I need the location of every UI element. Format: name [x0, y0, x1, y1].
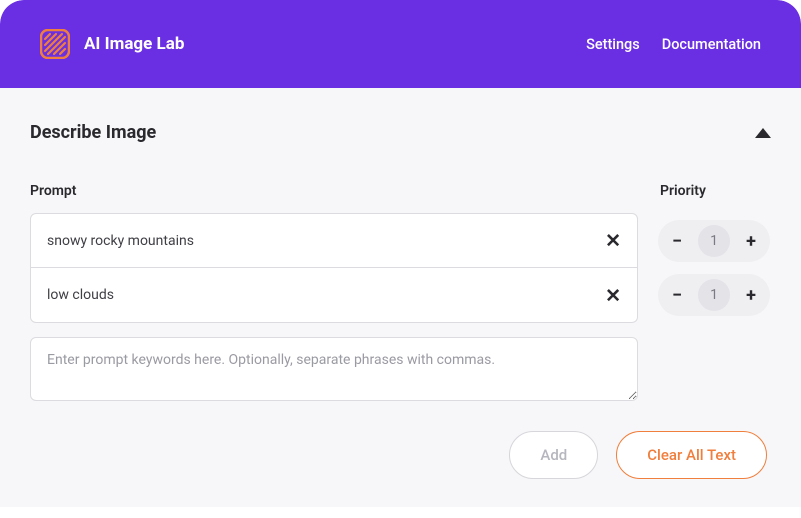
priority-stepper: − 1 + — [658, 274, 770, 316]
close-icon[interactable]: ✕ — [605, 286, 621, 305]
minus-icon[interactable]: − — [666, 230, 688, 252]
app-title: AI Image Lab — [84, 34, 184, 54]
prompt-list: snowy rocky mountains ✕ low clouds ✕ — [30, 213, 638, 323]
collapse-toggle-icon[interactable] — [755, 128, 771, 138]
clear-all-button[interactable]: Clear All Text — [616, 431, 767, 479]
priority-stepper: − 1 + — [658, 220, 770, 262]
header: AI Image Lab Settings Documentation — [0, 0, 801, 88]
prompt-text: low clouds — [47, 287, 114, 303]
close-icon[interactable]: ✕ — [605, 231, 621, 250]
nav-documentation[interactable]: Documentation — [662, 36, 761, 53]
prompt-item: low clouds ✕ — [31, 268, 637, 322]
prompt-input[interactable] — [30, 337, 638, 401]
minus-icon[interactable]: − — [666, 284, 688, 306]
labels-row: Prompt Priority — [30, 183, 771, 199]
add-button[interactable]: Add — [509, 431, 598, 479]
textarea-wrap — [30, 337, 638, 405]
priority-value: 1 — [698, 279, 730, 311]
button-row: Add Clear All Text — [30, 431, 771, 479]
priority-column: − 1 + − 1 + — [658, 214, 770, 322]
section-title: Describe Image — [30, 122, 156, 143]
plus-icon[interactable]: + — [740, 284, 762, 306]
nav-settings[interactable]: Settings — [586, 36, 640, 53]
brand: AI Image Lab — [40, 29, 184, 59]
label-prompt: Prompt — [30, 183, 660, 199]
section-header: Describe Image — [30, 122, 771, 143]
prompts-row: snowy rocky mountains ✕ low clouds ✕ − 1… — [30, 213, 771, 323]
prompt-item: snowy rocky mountains ✕ — [31, 214, 637, 268]
app-frame: AI Image Lab Settings Documentation Desc… — [0, 0, 801, 507]
content: Describe Image Prompt Priority snowy roc… — [0, 88, 801, 507]
logo-icon — [40, 29, 70, 59]
priority-value: 1 — [698, 225, 730, 257]
nav: Settings Documentation — [586, 36, 761, 53]
label-priority: Priority — [660, 183, 706, 199]
plus-icon[interactable]: + — [740, 230, 762, 252]
prompt-text: snowy rocky mountains — [47, 233, 194, 249]
